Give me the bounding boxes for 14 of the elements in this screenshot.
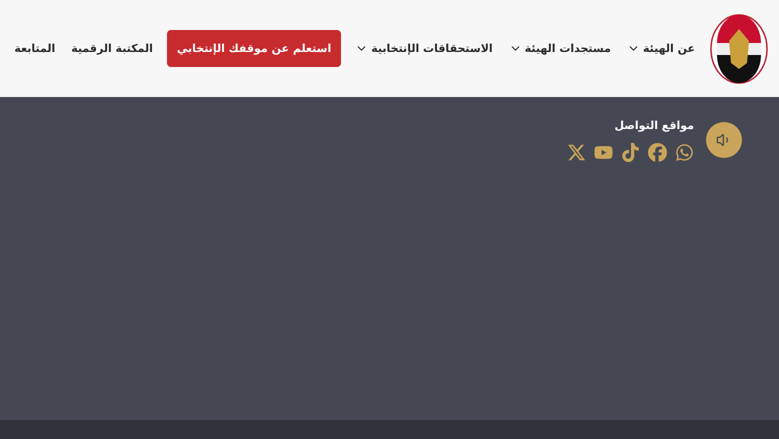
nav-link[interactable]: الاستحقاقات الإنتخابية: [353, 42, 495, 55]
nav-link[interactable]: المتابعة: [12, 42, 58, 55]
speaker-button[interactable]: [706, 122, 742, 158]
nav-link[interactable]: المكتبة الرقمية: [69, 42, 155, 55]
nav-link[interactable]: عن الهيئة: [624, 42, 697, 55]
check-status-button[interactable]: استعلم عن موقفك الإنتخابي: [166, 30, 342, 67]
youtube-icon[interactable]: [594, 143, 613, 162]
facebook-icon[interactable]: [648, 143, 667, 162]
nav-link[interactable]: مستجدات الهيئة: [506, 42, 613, 55]
whatsapp-icon[interactable]: [675, 143, 694, 162]
tiktok-icon[interactable]: [621, 143, 640, 162]
x-icon[interactable]: [567, 143, 586, 162]
section-title: مواقع التواصل: [613, 119, 694, 132]
emblem-logo[interactable]: [709, 12, 769, 84]
